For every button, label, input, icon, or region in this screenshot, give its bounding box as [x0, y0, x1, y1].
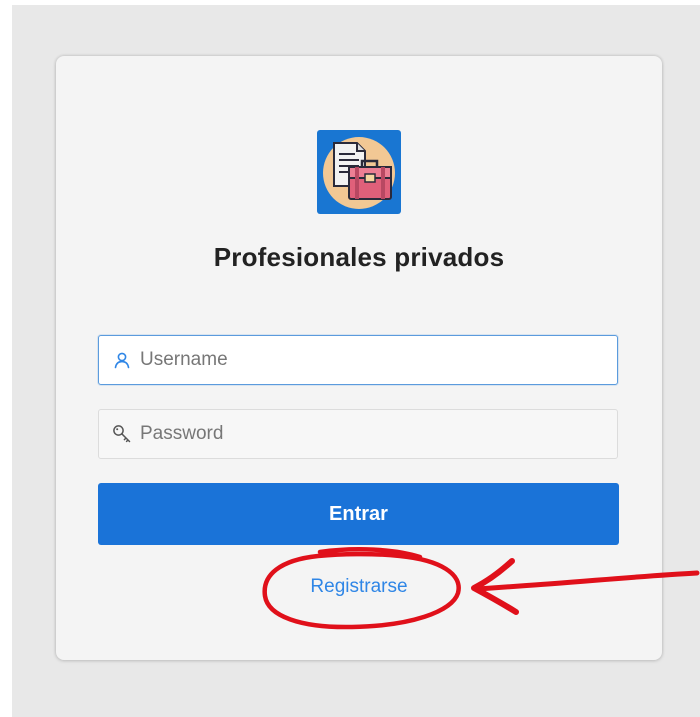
login-button[interactable]: Entrar [98, 483, 619, 545]
username-field[interactable] [98, 335, 618, 385]
login-card: Profesionales privados Entrar Regis [56, 56, 662, 660]
username-input[interactable] [140, 349, 580, 371]
password-input[interactable] [140, 423, 580, 445]
page-title: Profesionales privados [213, 242, 505, 272]
key-icon [112, 424, 132, 444]
page: Profesionales privados Entrar Regis [0, 0, 700, 717]
register-link[interactable]: Registrarse [56, 576, 662, 598]
briefcase-document-logo-icon [317, 130, 401, 214]
user-icon [112, 350, 132, 370]
password-field[interactable] [98, 409, 618, 459]
